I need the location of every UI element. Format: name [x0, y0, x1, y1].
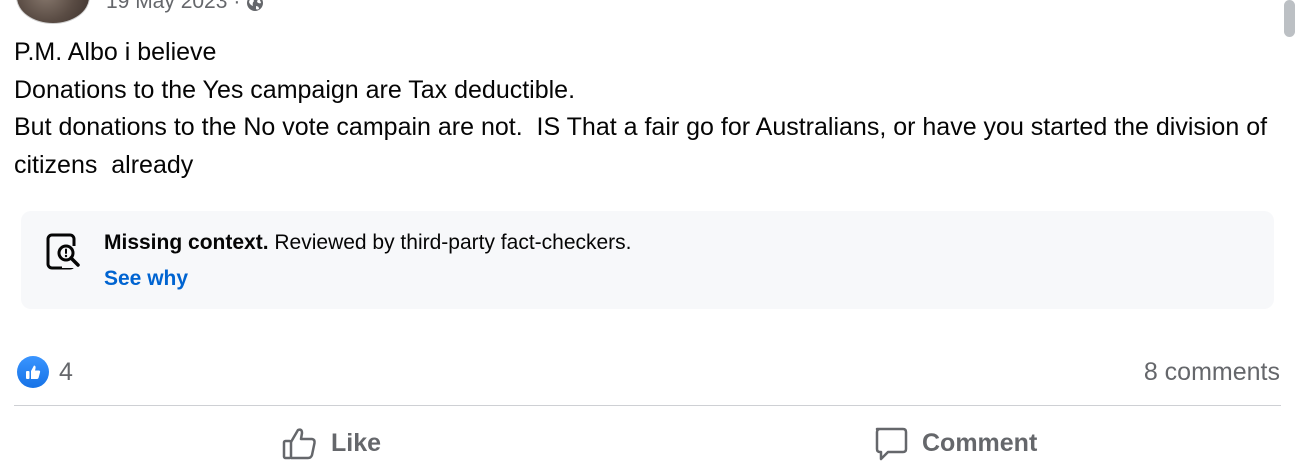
author-avatar[interactable] [16, 0, 90, 24]
reaction-count: 4 [59, 357, 73, 386]
like-label: Like [331, 428, 382, 457]
fact-check-magnifier-icon [46, 232, 84, 272]
reactions-summary[interactable]: 4 [17, 356, 73, 388]
post-body: P.M. Albo i believe Donations to the Yes… [14, 34, 1274, 184]
post-date[interactable]: 19 May 2023 [106, 0, 227, 14]
post-text-line: But donations to the No vote campain are… [14, 113, 1274, 179]
scrollbar-thumb[interactable] [1284, 0, 1295, 37]
fact-check-label: Missing context. [104, 231, 269, 254]
post-meta: 19 May 2023 · [106, 0, 264, 14]
like-button[interactable]: Like [281, 420, 381, 466]
post-text-line: Donations to the Yes campaign are Tax de… [14, 75, 576, 104]
thumbs-up-icon [281, 424, 319, 462]
comment-bubble-icon [872, 424, 910, 462]
meta-separator: · [233, 0, 241, 13]
like-reaction-icon [17, 356, 49, 388]
fact-check-text: Missing context. Reviewed by third-party… [104, 229, 632, 257]
post-card: 19 May 2023 · P.M. Albo i believe Donati… [0, 0, 1297, 470]
comment-label: Comment [922, 428, 1038, 457]
comments-count-link[interactable]: 8 comments [1144, 358, 1280, 387]
fact-check-notice: Missing context. Reviewed by third-party… [21, 211, 1274, 309]
comment-button[interactable]: Comment [872, 420, 1037, 466]
fact-check-description: Reviewed by third-party fact-checkers. [274, 231, 632, 254]
divider [14, 405, 1281, 406]
globe-icon [246, 0, 264, 12]
see-why-link[interactable]: See why [104, 265, 188, 293]
post-text-line: P.M. Albo i believe [14, 38, 217, 66]
